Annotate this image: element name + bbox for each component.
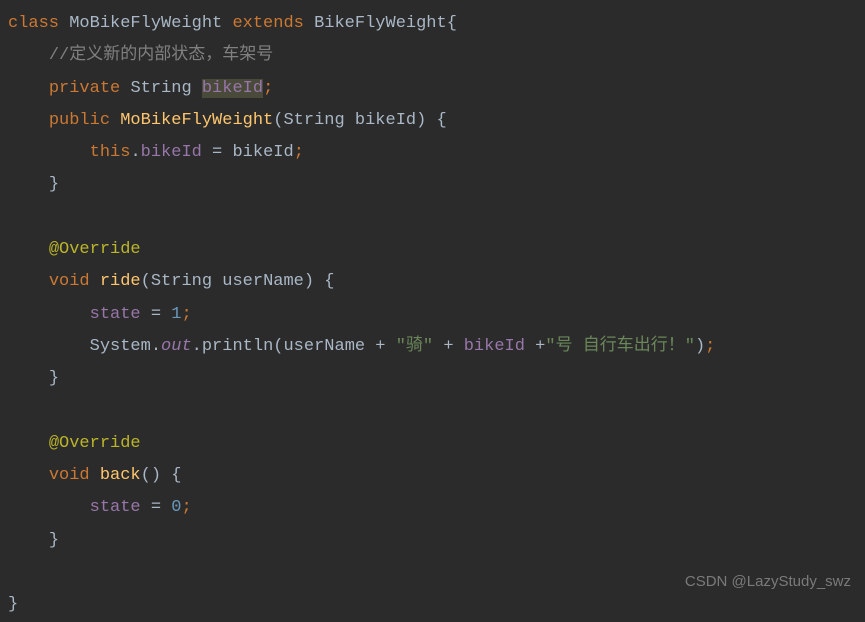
annotation-override: @Override [49, 434, 141, 453]
paren: ( [273, 337, 283, 356]
dot: . [151, 337, 161, 356]
code-line: } [0, 525, 865, 557]
code-line: } [0, 169, 865, 201]
brace: { [447, 14, 457, 33]
code-editor[interactable]: class MoBikeFlyWeight extends BikeFlyWei… [0, 8, 865, 622]
comment: //定义新的内部状态，车架号 [49, 46, 273, 65]
brace: } [49, 369, 59, 388]
code-line: public MoBikeFlyWeight(String bikeId) { [0, 105, 865, 137]
field-state: state [90, 305, 141, 324]
keyword-class: class [8, 14, 59, 33]
code-line: state = 1; [0, 299, 865, 331]
operator-plus: + [433, 337, 464, 356]
brace: { [324, 272, 334, 291]
keyword-void: void [49, 272, 90, 291]
system-class: System [90, 337, 151, 356]
annotation-override: @Override [49, 240, 141, 259]
field-bikeid: bikeId [202, 79, 263, 98]
keyword-public: public [49, 111, 110, 130]
semicolon: ; [181, 305, 191, 324]
superclass-name: BikeFlyWeight [314, 14, 447, 33]
keyword-void: void [49, 466, 90, 485]
code-line: private String bikeId; [0, 73, 865, 105]
operator-plus: + [525, 337, 545, 356]
method-ride: ride [100, 272, 141, 291]
watermark: CSDN @LazyStudy_swz [685, 568, 851, 597]
code-line: class MoBikeFlyWeight extends BikeFlyWei… [0, 8, 865, 40]
param-type: String [151, 272, 212, 291]
semicolon: ; [294, 143, 304, 162]
string-literal: "号 自行车出行！" [545, 337, 695, 356]
keyword-private: private [49, 79, 120, 98]
method-back: back [100, 466, 141, 485]
keyword-this: this [90, 143, 131, 162]
paren: ) [416, 111, 426, 130]
code-line: @Override [0, 234, 865, 266]
type: String [130, 79, 191, 98]
code-line: System.out.println(userName + "骑" + bike… [0, 331, 865, 363]
operator-eq: = [202, 143, 233, 162]
dot: . [192, 337, 202, 356]
operator-eq: = [141, 498, 172, 517]
constructor-name: MoBikeFlyWeight [120, 111, 273, 130]
operator-eq: = [141, 305, 172, 324]
code-line: state = 0; [0, 492, 865, 524]
code-line: } [0, 363, 865, 395]
param-name: userName [222, 272, 304, 291]
param-name: bikeId [355, 111, 416, 130]
code-line: this.bikeId = bikeId; [0, 137, 865, 169]
keyword-extends: extends [232, 14, 303, 33]
semicolon: ; [705, 337, 715, 356]
dot: . [130, 143, 140, 162]
code-line-empty [0, 396, 865, 428]
param-ref: bikeId [232, 143, 293, 162]
field-bikeid: bikeId [141, 143, 202, 162]
param-type: String [283, 111, 344, 130]
paren: ( [141, 272, 151, 291]
code-line: @Override [0, 428, 865, 460]
brace: } [8, 595, 18, 614]
field-out: out [161, 337, 192, 356]
code-line: void back() { [0, 460, 865, 492]
brace: { [437, 111, 447, 130]
code-line-empty [0, 202, 865, 234]
number-literal: 0 [171, 498, 181, 517]
operator-plus: + [365, 337, 396, 356]
brace: { [171, 466, 181, 485]
semicolon: ; [181, 498, 191, 517]
paren: ) [695, 337, 705, 356]
paren: ( [141, 466, 151, 485]
code-line: //定义新的内部状态，车架号 [0, 40, 865, 72]
brace: } [49, 175, 59, 194]
field-bikeid: bikeId [464, 337, 525, 356]
class-name: MoBikeFlyWeight [69, 14, 222, 33]
string-literal: "骑" [396, 337, 433, 356]
method-println: println [202, 337, 273, 356]
number-literal: 1 [171, 305, 181, 324]
arg: userName [283, 337, 365, 356]
paren: ( [273, 111, 283, 130]
paren: ) [151, 466, 161, 485]
code-line: void ride(String userName) { [0, 266, 865, 298]
brace: } [49, 531, 59, 550]
semicolon: ; [263, 79, 273, 98]
field-state: state [90, 498, 141, 517]
paren: ) [304, 272, 314, 291]
